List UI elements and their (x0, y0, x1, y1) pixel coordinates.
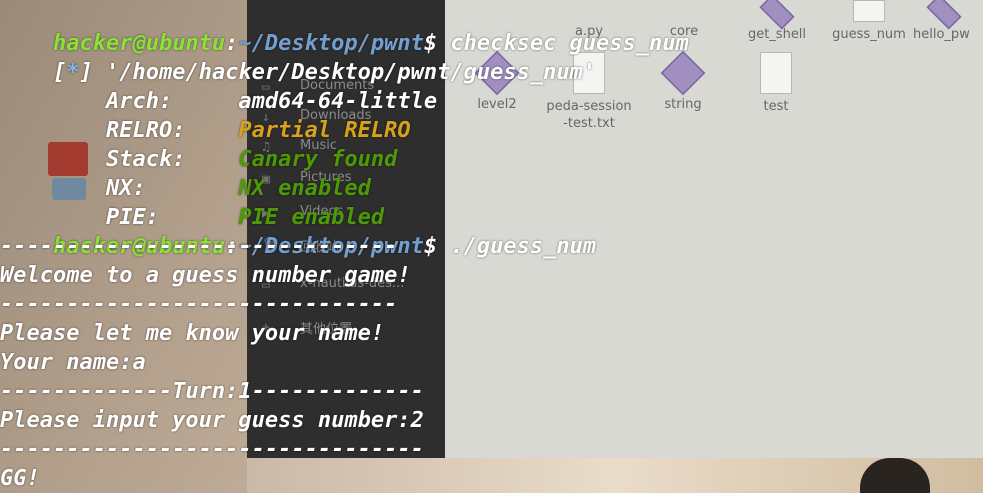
checksec-relro: RELRO: Partial RELRO (0, 87, 411, 143)
output-turn: -------------Turn:1------------- (0, 379, 424, 404)
prompt-dollar: $ (423, 234, 438, 259)
output-guess-prompt: Please input your guess number:2 (0, 408, 424, 433)
prompt-line-checksec: hacker@ubuntu:~/Desktop/pwnt$ checksec g… (0, 0, 689, 56)
checksec-nx: NX: NX enabled (0, 145, 371, 201)
output-separator: ------------------------------ (0, 234, 398, 259)
output-separator: ------------------------------ (0, 292, 398, 317)
output-result: GG! (0, 466, 40, 491)
prompt-line-run: hacker@ubuntu:~/Desktop/pwnt$ ./guess_nu… (0, 203, 596, 259)
checksec-pie: PIE: PIE enabled (0, 174, 384, 230)
output-welcome: Welcome to a guess number game! (0, 263, 411, 288)
checksec-stack: Stack: Canary found (0, 116, 397, 172)
terminal-output[interactable]: hacker@ubuntu:~/Desktop/pwnt$ checksec g… (0, 0, 983, 493)
output-your-name: Your name:a (0, 350, 146, 375)
command-text: ./guess_num (437, 234, 597, 259)
output-name-prompt: Please let me know your name! (0, 321, 385, 346)
output-separator: -------------------------------- (0, 437, 424, 462)
checksec-header: [*] '/home/hacker/Desktop/pwnt/guess_num… (0, 29, 596, 85)
checksec-arch: Arch: amd64-64-little (0, 58, 437, 114)
